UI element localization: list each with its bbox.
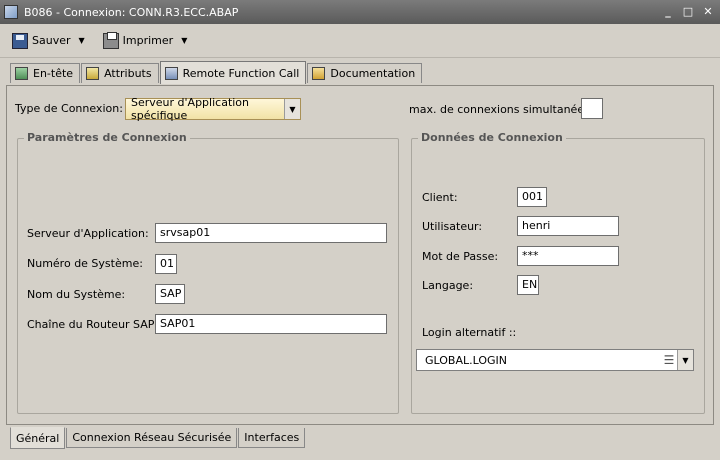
window-title: B086 - Connexion: CONN.R3.ECC.ABAP <box>24 5 239 19</box>
connection-type-value: Serveur d'Application spécifique <box>131 96 250 122</box>
tab-label: En-tête <box>33 67 74 80</box>
password-label: Mot de Passe: <box>422 250 499 263</box>
system-name-input[interactable]: SAP <box>155 284 185 304</box>
alt-login-select[interactable]: GLOBAL.LOGIN ☰ ▼ <box>416 349 694 371</box>
pencil-icon <box>86 67 100 80</box>
save-icon <box>12 32 28 49</box>
tab-remote-function-call[interactable]: Remote Function Call <box>159 61 307 84</box>
connection-type-select[interactable]: Serveur d'Application spécifique ▼ <box>125 96 301 122</box>
top-tab-bar: En-tête Attributs Remote Function Call D… <box>10 61 423 84</box>
toolbar: Sauver ▼ Imprimer ▼ <box>0 24 720 58</box>
language-input[interactable]: EN <box>517 275 539 295</box>
main-panel: Type de Connexion: Serveur d'Application… <box>6 85 714 425</box>
max-connections-label: max. de connexions simultanées: <box>409 103 594 116</box>
network-icon <box>164 66 178 80</box>
chevron-down-icon[interactable]: ▼ <box>677 350 693 370</box>
chevron-down-icon[interactable]: ▼ <box>79 36 85 45</box>
save-label: Sauver <box>32 34 71 47</box>
title-bar: B086 - Connexion: CONN.R3.ECC.ABAP _ □ ✕ <box>0 0 720 24</box>
tab-en-tete[interactable]: En-tête <box>10 63 81 83</box>
tab-general[interactable]: Général <box>10 427 66 449</box>
app-icon <box>4 5 18 19</box>
server-label: Serveur d'Application: <box>27 227 149 240</box>
max-connections-input[interactable] <box>581 98 603 119</box>
router-string-input[interactable]: SAP01 <box>155 314 387 334</box>
tab-connexion-reseau-securisee[interactable]: Connexion Réseau Sécurisée <box>66 428 238 448</box>
print-label: Imprimer <box>122 34 174 47</box>
book-icon <box>312 67 326 80</box>
tab-documentation[interactable]: Documentation <box>307 63 423 83</box>
password-input[interactable]: *** <box>517 246 619 266</box>
connection-params-group: Paramètres de Connexion <box>17 131 399 414</box>
user-input[interactable]: henri <box>517 216 619 236</box>
close-button[interactable]: ✕ <box>700 4 716 19</box>
language-label: Langage: <box>422 279 474 292</box>
system-number-label: Numéro de Système: <box>27 257 143 270</box>
list-icon[interactable]: ☰ <box>661 353 677 367</box>
group-title: Données de Connexion <box>418 131 566 144</box>
chevron-down-icon[interactable]: ▼ <box>284 99 300 119</box>
connection-type-label: Type de Connexion: <box>15 102 123 115</box>
minimize-button[interactable]: _ <box>660 4 676 19</box>
tab-interfaces[interactable]: Interfaces <box>238 428 306 448</box>
connection-data-group: Données de Connexion <box>411 131 705 414</box>
alt-login-value: GLOBAL.LOGIN <box>425 353 508 367</box>
system-name-label: Nom du Système: <box>27 288 126 301</box>
tab-label: Remote Function Call <box>182 66 300 80</box>
chevron-down-icon[interactable]: ▼ <box>181 36 187 45</box>
save-button[interactable]: Sauver ▼ <box>8 29 89 53</box>
bottom-tab-bar: Général Connexion Réseau Sécurisée Inter… <box>10 427 306 450</box>
group-title: Paramètres de Connexion <box>24 131 190 144</box>
tab-label: Attributs <box>104 67 152 80</box>
print-button[interactable]: Imprimer ▼ <box>99 29 192 53</box>
printer-icon <box>102 31 119 49</box>
alt-login-label: Login alternatif :: <box>422 326 517 339</box>
tab-label: Documentation <box>330 67 416 80</box>
router-string-label: Chaîne du Routeur SAP: <box>27 318 159 331</box>
server-input[interactable]: srvsap01 <box>155 223 387 243</box>
user-label: Utilisateur: <box>422 220 483 233</box>
tab-attributs[interactable]: Attributs <box>81 63 159 83</box>
client-label: Client: <box>422 191 458 204</box>
client-input[interactable]: 001 <box>517 187 547 207</box>
system-number-input[interactable]: 01 <box>155 254 177 274</box>
maximize-button[interactable]: □ <box>680 4 696 19</box>
header-icon <box>15 67 28 80</box>
